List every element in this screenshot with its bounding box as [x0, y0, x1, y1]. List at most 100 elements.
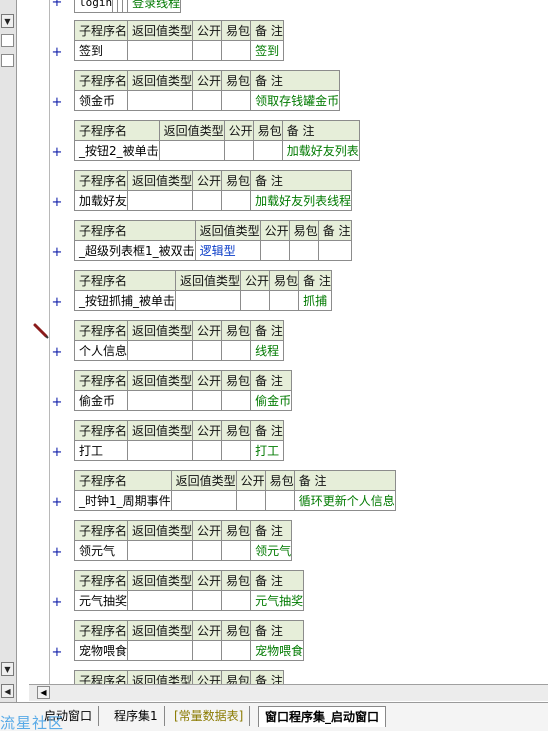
return-type-cell[interactable] — [158, 140, 225, 161]
return-type-cell[interactable] — [127, 90, 194, 111]
scroll-left-arrow-icon[interactable]: ◀ — [1, 684, 14, 698]
expand-plus-icon[interactable]: + — [50, 396, 64, 410]
dropdown-arrow-icon[interactable]: ▼ — [1, 14, 14, 28]
expand-plus-icon[interactable]: + — [50, 446, 64, 460]
easy-pack-cell[interactable] — [221, 640, 252, 661]
left-panel-strip: ▼ ▼ ◀ — [0, 0, 17, 706]
remark-cell[interactable]: 加载好友列表 — [281, 140, 360, 161]
panel-toggle[interactable] — [1, 34, 14, 47]
return-type-cell[interactable] — [127, 340, 194, 361]
expand-plus-icon[interactable]: + — [50, 146, 64, 160]
sub-name-cell[interactable]: 元气抽奖 — [73, 590, 129, 611]
header-sub-name: 子程序名 — [73, 570, 129, 591]
header-remark: 备 注 — [250, 70, 341, 91]
sub-name-cell[interactable]: 个人信息 — [73, 340, 129, 361]
public-cell[interactable] — [192, 190, 223, 211]
remark-cell[interactable]: 循环更新个人信息 — [293, 490, 396, 511]
sub-name-cell[interactable]: 签到 — [73, 40, 129, 61]
sub-name-cell[interactable]: 领金币 — [73, 90, 129, 111]
return-type-cell[interactable] — [127, 640, 194, 661]
remark-cell[interactable]: 偷金币 — [250, 390, 293, 411]
easy-pack-cell[interactable] — [221, 540, 252, 561]
easy-pack-cell[interactable] — [221, 440, 252, 461]
sub-name-cell[interactable]: 偷金币 — [73, 390, 129, 411]
sub-name-cell[interactable]: login — [73, 0, 114, 13]
public-cell[interactable] — [192, 390, 223, 411]
public-cell[interactable] — [192, 340, 223, 361]
return-type-cell[interactable] — [127, 440, 194, 461]
public-cell[interactable] — [192, 590, 223, 611]
panel-toggle[interactable] — [1, 54, 14, 67]
tab-constant-table[interactable]: [常量数据表] — [168, 706, 251, 726]
easy-pack-cell[interactable] — [221, 590, 252, 611]
sub-name-cell[interactable]: _按钮抓捕_被单击 — [73, 290, 177, 311]
sub-name-cell[interactable]: 宠物喂食 — [73, 640, 129, 661]
remark-cell[interactable]: 领元气 — [250, 540, 293, 561]
remark-cell[interactable]: 领取存钱罐金币 — [250, 90, 341, 111]
return-type-cell[interactable]: 逻辑型 — [194, 240, 261, 261]
remark-cell[interactable]: 加载好友列表线程 — [250, 190, 353, 211]
easy-pack-cell[interactable] — [221, 340, 252, 361]
public-cell[interactable] — [235, 490, 266, 511]
easy-pack-cell[interactable] — [252, 140, 283, 161]
sub-name-cell[interactable]: _超级列表框1_被双击 — [74, 240, 196, 261]
public-cell[interactable] — [192, 640, 223, 661]
public-cell[interactable] — [192, 540, 223, 561]
remark-cell[interactable]: 线程 — [250, 340, 284, 361]
public-cell[interactable] — [240, 290, 271, 311]
expand-plus-icon[interactable]: + — [50, 96, 64, 110]
expand-plus-icon[interactable]: + — [50, 596, 64, 610]
header-remark: 备 注 — [250, 570, 305, 591]
easy-pack-cell[interactable] — [269, 290, 300, 311]
expand-plus-icon[interactable]: + — [50, 46, 64, 60]
return-type-cell[interactable] — [127, 540, 194, 561]
return-type-cell[interactable] — [127, 390, 194, 411]
return-type-cell[interactable] — [127, 590, 194, 611]
return-type-cell[interactable] — [175, 290, 242, 311]
return-type-cell[interactable] — [170, 490, 237, 511]
remark-cell[interactable]: 登录线程 — [127, 0, 182, 13]
code-editor[interactable]: + login 登录线程 + 子程序名 返回值类型 公开 易包备 注签到 签到 + 子程序名返… — [50, 0, 548, 684]
public-cell[interactable] — [192, 440, 223, 461]
expand-plus-icon[interactable]: + — [50, 246, 64, 260]
remark-cell[interactable] — [317, 240, 352, 261]
header-return-type: 返回值类型 — [127, 170, 194, 191]
tab-window-assembly-active[interactable]: 窗口程序集_启动窗口 — [258, 706, 387, 727]
easy-pack-cell[interactable] — [221, 40, 252, 61]
public-cell[interactable] — [223, 140, 254, 161]
sub-name-cell[interactable]: 加载好友 — [73, 190, 129, 211]
expand-plus-icon[interactable]: + — [50, 646, 64, 660]
sub-name-cell[interactable]: _时钟1_周期事件 — [74, 490, 172, 511]
easy-pack-cell[interactable] — [264, 490, 295, 511]
public-cell[interactable] — [192, 90, 223, 111]
easy-pack-cell[interactable] — [288, 240, 319, 261]
remark-cell[interactable]: 签到 — [250, 40, 284, 61]
easy-pack-cell[interactable] — [221, 190, 252, 211]
expand-plus-icon[interactable]: + — [50, 346, 64, 360]
scroll-down-arrow-icon[interactable]: ▼ — [1, 662, 14, 676]
remark-cell[interactable]: 元气抽奖 — [250, 590, 305, 611]
public-cell[interactable] — [259, 240, 290, 261]
header-return-type: 返回值类型 — [170, 470, 237, 491]
expand-plus-icon[interactable]: + — [50, 0, 64, 10]
remark-cell[interactable]: 打工 — [250, 440, 284, 461]
expand-plus-icon[interactable]: + — [50, 496, 64, 510]
horizontal-scrollbar[interactable]: ◀ — [29, 684, 548, 701]
easy-pack-cell[interactable] — [221, 390, 252, 411]
arrow-left-icon[interactable]: ◀ — [37, 686, 50, 699]
return-type-cell[interactable] — [127, 190, 194, 211]
header-easy-pack: 易包 — [221, 370, 252, 391]
return-type-cell[interactable] — [127, 40, 194, 61]
sub-name-cell[interactable]: _按钮2_被单击 — [74, 140, 160, 161]
remark-cell[interactable]: 宠物喂食 — [250, 640, 305, 661]
header-remark: 备 注 — [250, 170, 353, 191]
expand-plus-icon[interactable]: + — [50, 546, 64, 560]
expand-plus-icon[interactable]: + — [50, 296, 64, 310]
expand-plus-icon[interactable]: + — [50, 196, 64, 210]
tab-assembly1[interactable]: 程序集1 — [108, 706, 165, 726]
sub-name-cell[interactable]: 领元气 — [73, 540, 129, 561]
sub-name-cell[interactable]: 打工 — [73, 440, 129, 461]
remark-cell[interactable]: 抓捕 — [298, 290, 332, 311]
public-cell[interactable] — [192, 40, 223, 61]
easy-pack-cell[interactable] — [221, 90, 252, 111]
